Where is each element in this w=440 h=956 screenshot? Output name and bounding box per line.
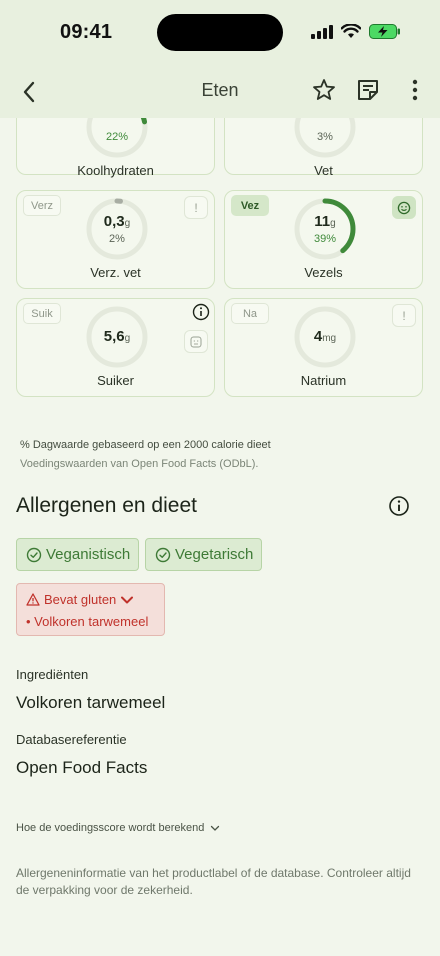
status-bar: 09:41 <box>0 0 440 66</box>
dynamic-island <box>157 14 283 51</box>
allergens-title: Allergenen en dieet <box>16 494 197 517</box>
nutrient-percent: 3% <box>317 131 333 143</box>
alert-badge[interactable]: ! <box>184 196 208 219</box>
ingredients-label: Ingrediënten <box>16 667 89 682</box>
star-icon[interactable] <box>311 77 337 103</box>
scroll-content[interactable]: 22% Koolhydraten 3% Vet Verz ! 0,3g 2% V… <box>0 118 440 956</box>
check-circle-icon <box>26 547 42 562</box>
database-value: Open Food Facts <box>16 758 148 777</box>
nutrient-label: Vet <box>314 163 333 178</box>
nutrient-label: Suiker <box>97 373 134 388</box>
nutrient-tag: Verz <box>23 195 61 216</box>
nutrient-percent: 2% <box>109 233 125 245</box>
nutrient-card-natrium[interactable]: Na ! 4mg Natrium <box>224 298 423 397</box>
disclosure-label: Hoe de voedingsscore wordt berekend <box>16 822 205 834</box>
nutrient-value: 5,6g <box>103 328 131 345</box>
source-note: Voedingswaarden van Open Food Facts (ODb… <box>20 458 259 470</box>
wifi-icon <box>341 24 361 38</box>
alert-badge[interactable]: ! <box>392 304 416 327</box>
score-explanation-toggle[interactable]: Hoe de voedingsscore wordt berekend <box>16 822 220 834</box>
info-icon[interactable] <box>192 303 210 321</box>
warning-triangle-icon <box>26 593 40 606</box>
nutrient-value: 11g <box>314 213 336 230</box>
notes-icon[interactable] <box>355 77 381 103</box>
nutrient-label: Vezels <box>304 265 343 280</box>
diet-chip-vegan[interactable]: Veganistisch <box>16 538 140 571</box>
allergen-warning[interactable]: Bevat gluten • Volkoren tarwemeel <box>16 583 165 636</box>
nutrient-label: Koolhydraten <box>77 163 154 178</box>
nutrient-card-vet[interactable]: 3% Vet <box>224 118 423 178</box>
info-icon[interactable] <box>388 495 410 517</box>
nutrient-label: Natrium <box>300 373 347 388</box>
smiley-icon[interactable] <box>392 196 416 219</box>
check-circle-icon <box>155 547 171 562</box>
allergen-disclaimer: Allergeneninformatie van het productlabe… <box>16 866 411 897</box>
nutrient-card-verz-vet[interactable]: Verz ! 0,3g 2% Verz. vet <box>16 190 215 289</box>
nutrient-card-vezels[interactable]: Vez 11g 39% Vezels <box>224 190 423 289</box>
square-face-icon[interactable] <box>184 330 208 353</box>
nutrient-tag: Suik <box>23 303 61 324</box>
warning-title: Bevat gluten <box>44 592 117 607</box>
more-vertical-icon[interactable] <box>405 77 425 103</box>
nutrient-value: 4mg <box>313 328 337 345</box>
daily-value-note: % Dagwaarde gebaseerd op een 2000 calori… <box>20 439 271 451</box>
warning-item: • Volkoren tarwemeel <box>26 614 149 629</box>
warning-header[interactable]: Bevat gluten <box>26 592 134 607</box>
status-time: 09:41 <box>60 21 113 43</box>
signal-icon <box>311 24 333 39</box>
nutrient-card-suiker[interactable]: Suik 5,6g Suiker <box>16 298 215 397</box>
chevron-down-icon <box>121 596 134 603</box>
nutrient-percent: 22% <box>105 131 129 143</box>
chip-label: Veganistisch <box>46 546 131 563</box>
chip-label: Vegetarisch <box>175 546 254 563</box>
chevron-down-icon <box>211 825 220 831</box>
nutrient-value: 0,3g <box>103 213 131 230</box>
battery-charging-icon <box>369 24 400 39</box>
database-label: Databasereferentie <box>16 732 127 747</box>
nav-bar: Eten <box>0 66 440 118</box>
status-icons <box>311 24 401 39</box>
ingredients-value: Volkoren tarwemeel <box>16 693 166 712</box>
nutrient-card-koolhydraten[interactable]: 22% Koolhydraten <box>16 118 215 178</box>
nutrient-percent: 39% <box>313 233 337 245</box>
nutrient-tag: Na <box>231 303 269 324</box>
diet-chip-vegetarian[interactable]: Vegetarisch <box>145 538 263 571</box>
nutrient-tag: Vez <box>231 195 269 216</box>
nutrient-label: Verz. vet <box>90 265 141 280</box>
